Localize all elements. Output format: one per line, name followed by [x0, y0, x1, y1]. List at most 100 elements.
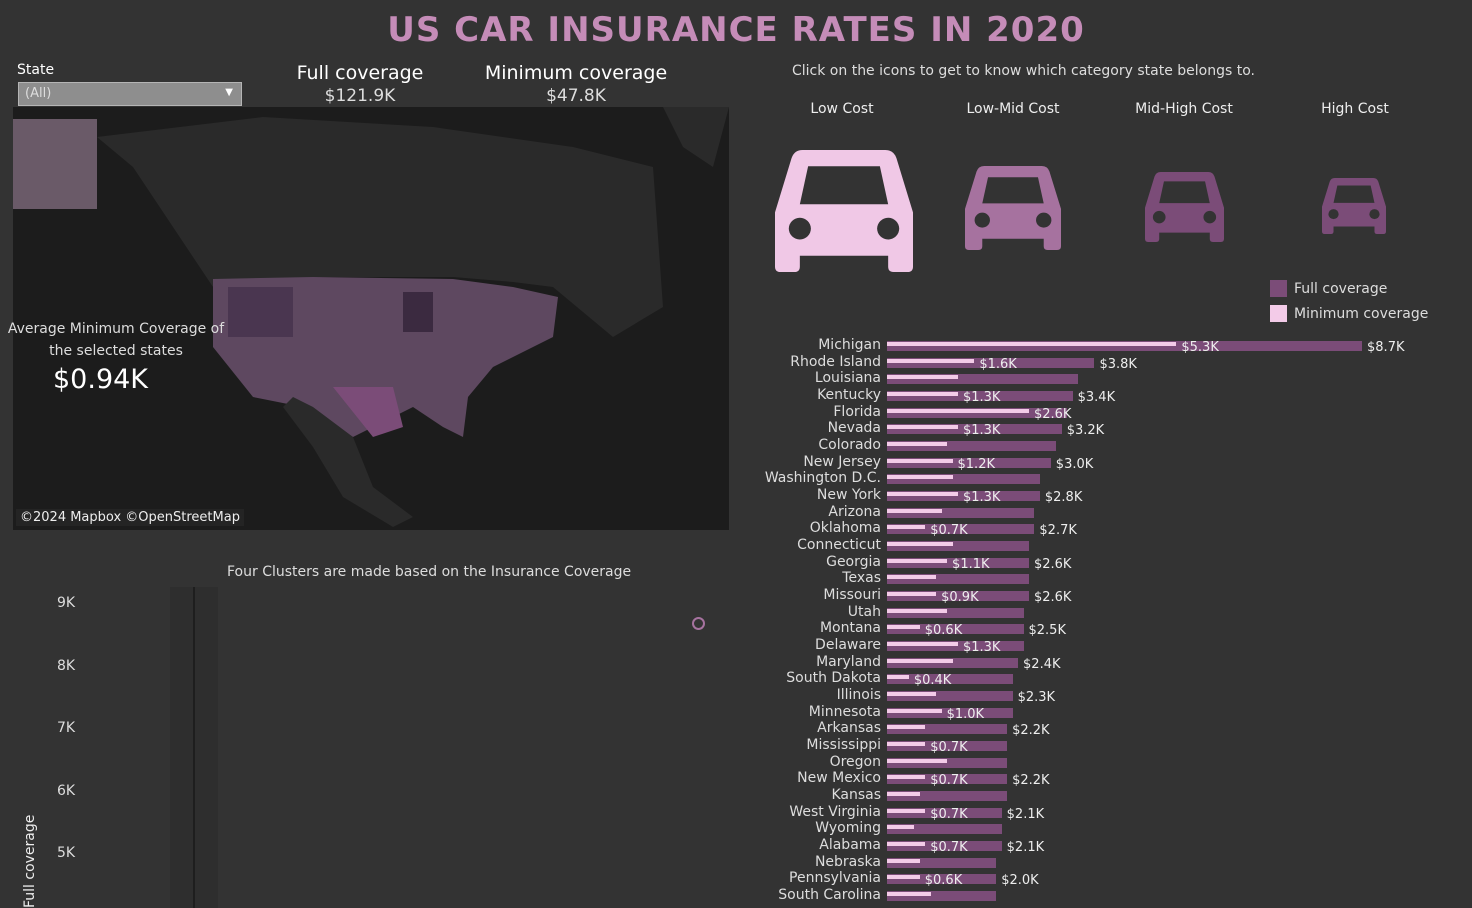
category-label: Low Cost: [810, 101, 874, 117]
bar-row[interactable]: Florida $2.6K: [0, 403, 1472, 422]
minimum-coverage-bar[interactable]: [887, 608, 948, 613]
minimum-coverage-bar[interactable]: [887, 742, 926, 747]
minimum-coverage-bar[interactable]: [887, 758, 948, 763]
kpi-label: Minimum coverage: [484, 62, 668, 84]
state-name: Arizona: [828, 503, 881, 520]
car-icon[interactable]: [1145, 172, 1224, 242]
minimum-coverage-bar[interactable]: [887, 658, 953, 663]
minimum-coverage-bar[interactable]: [887, 842, 926, 847]
kpi-value: $121.9K: [324, 86, 396, 106]
category-label: High Cost: [1321, 101, 1389, 117]
state-region: [228, 287, 293, 337]
state-name: New York: [816, 487, 881, 504]
minimum-coverage-bar[interactable]: [887, 692, 937, 697]
legend-label: Minimum coverage: [1294, 305, 1429, 322]
minimum-coverage-bar[interactable]: [887, 675, 909, 680]
minimum-coverage-bar[interactable]: [887, 458, 953, 463]
state-name: Connecticut: [797, 537, 881, 554]
bar-row[interactable]: New York $1.3K $2.8K: [0, 487, 1472, 505]
state-name: Oklahoma: [809, 520, 881, 537]
minimum-coverage-bar[interactable]: [887, 392, 958, 396]
car-icon[interactable]: [965, 166, 1061, 250]
legend: Full coverage Minimum coverage: [1270, 276, 1428, 326]
minimum-coverage-bar[interactable]: [887, 558, 948, 563]
state-name: Texas: [842, 570, 881, 587]
minimum-coverage-bar[interactable]: [887, 575, 937, 580]
car-icon[interactable]: [775, 150, 913, 272]
state-filter-value: (All): [25, 86, 52, 101]
minimum-coverage-bar[interactable]: [887, 592, 937, 597]
bar-row[interactable]: Arizona: [0, 504, 1472, 521]
bar-row[interactable]: Oklahoma $0.7K $2.7K: [0, 520, 1472, 538]
y-axis-line: [193, 587, 195, 908]
bar-row[interactable]: Connecticut: [0, 537, 1472, 554]
minimum-coverage-bar[interactable]: [887, 875, 920, 880]
minimum-coverage-bar[interactable]: [887, 442, 948, 447]
bar-row[interactable]: Texas: [0, 570, 1472, 587]
legend-item-minimum[interactable]: Minimum coverage: [1270, 301, 1428, 326]
dashboard-title: US CAR INSURANCE RATES IN 2020: [387, 10, 1085, 50]
minimum-coverage-bar[interactable]: [887, 342, 1177, 346]
kpi-full-coverage: Full coverage $121.9K: [260, 62, 460, 106]
bar-row[interactable]: Louisiana: [0, 370, 1472, 387]
minimum-coverage-bar[interactable]: [887, 475, 953, 480]
legend-label: Full coverage: [1294, 280, 1388, 297]
state-name: Kentucky: [817, 387, 881, 403]
minimum-coverage-bar[interactable]: [887, 375, 958, 380]
bar-row[interactable]: Nevada $1.3K $3.2K: [0, 420, 1472, 438]
bar-row[interactable]: Georgia $1.1K $2.6K: [0, 553, 1472, 572]
bar-row[interactable]: Rhode Island $1.6K $3.8K: [0, 353, 1472, 372]
kpi-minimum-coverage: Minimum coverage $47.8K: [476, 62, 676, 106]
minimum-coverage-bar[interactable]: [887, 625, 920, 630]
y-tick-label: 8K: [57, 657, 76, 674]
minimum-coverage-bar[interactable]: [887, 542, 953, 547]
minimum-coverage-bar[interactable]: [887, 825, 915, 830]
y-tick-label: 9K: [57, 595, 76, 611]
minimum-coverage-bar[interactable]: [887, 792, 920, 797]
y-tick-label: 7K: [57, 720, 76, 736]
state-name: Nevada: [827, 420, 881, 437]
state-filter-dropdown[interactable]: (All) ▼: [18, 82, 242, 106]
minimum-coverage-bar[interactable]: [887, 892, 931, 897]
state-name: Florida: [833, 403, 881, 420]
state-name: Georgia: [826, 553, 881, 570]
minimum-coverage-bar[interactable]: [887, 508, 942, 513]
minimum-coverage-bar[interactable]: [887, 358, 975, 363]
scatter-point[interactable]: [692, 616, 705, 630]
state-region: [403, 292, 433, 332]
minimum-coverage-bar[interactable]: [887, 858, 920, 863]
legend-swatch: [1270, 280, 1287, 297]
category-label: Mid-High Cost: [1135, 101, 1233, 117]
state-name: Louisiana: [814, 370, 881, 387]
cluster-scatter-plot: 9K 8K 7K 6K 5K: [0, 587, 730, 908]
minimum-coverage-bar[interactable]: [887, 642, 958, 647]
minimum-coverage-bar[interactable]: [887, 425, 958, 430]
greenland-landmass: [663, 107, 729, 167]
state-name: Colorado: [818, 437, 881, 454]
bar-row[interactable]: New Jersey $1.2K $3.0K: [0, 454, 1472, 472]
category-label: Low-Mid Cost: [966, 101, 1060, 117]
minimum-coverage-bar[interactable]: [887, 708, 942, 713]
minimum-coverage-bar[interactable]: [887, 525, 926, 530]
car-icon[interactable]: [1322, 178, 1386, 234]
instruction-text: Click on the icons to get to know which …: [792, 63, 1255, 79]
bar-row[interactable]: Washington D.C.: [0, 470, 1472, 487]
minimum-coverage-bar[interactable]: [887, 408, 1029, 413]
state-name: Rhode Island: [790, 353, 881, 370]
minimum-coverage-bar[interactable]: [887, 725, 926, 730]
chevron-down-icon: ▼: [225, 87, 233, 98]
scatter-title: Four Clusters are made based on the Insu…: [227, 564, 632, 580]
minimum-coverage-bar[interactable]: [887, 775, 926, 780]
state-name: Washington D.C.: [764, 470, 881, 487]
minimum-coverage-bar[interactable]: [887, 808, 926, 813]
legend-item-full[interactable]: Full coverage: [1270, 276, 1428, 301]
bar-row[interactable]: Kentucky $1.3K $3.4K: [0, 387, 1472, 405]
kpi-value: $47.8K: [546, 86, 606, 106]
bar-row[interactable]: Michigan $5.3K $8.7K: [0, 337, 1472, 355]
legend-swatch: [1270, 305, 1287, 322]
y-axis-label: Full coverage: [22, 814, 38, 908]
minimum-coverage-bar[interactable]: [887, 492, 958, 497]
alaska-region: [13, 119, 97, 209]
bar-row[interactable]: Colorado: [0, 437, 1472, 454]
state-filter-label: State: [17, 62, 55, 78]
